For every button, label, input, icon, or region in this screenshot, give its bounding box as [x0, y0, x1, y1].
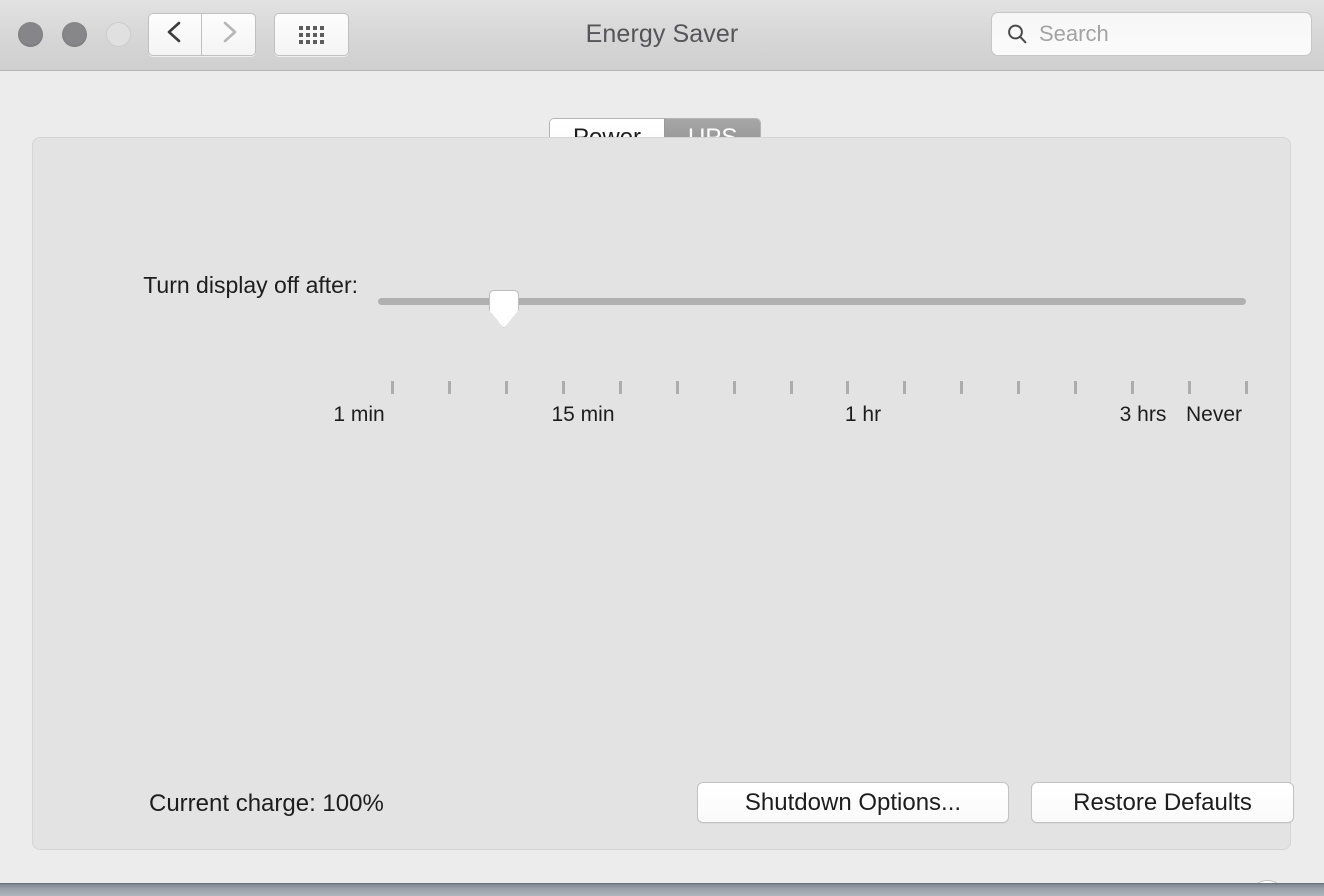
slider-tick-marks	[378, 381, 1248, 394]
slider-tick	[675, 381, 679, 394]
slider-tick-labels: 1 min 15 min 1 hr 3 hrs Never	[33, 403, 1292, 433]
slider-tick	[1017, 381, 1021, 394]
restore-defaults-button[interactable]: Restore Defaults	[1031, 782, 1294, 823]
slider-tick-label: 1 hr	[844, 403, 882, 426]
slider-tick	[1188, 381, 1192, 394]
desktop-strip	[0, 883, 1324, 896]
slider-thumb[interactable]	[488, 290, 519, 328]
current-charge-status: Current charge: 100%	[149, 790, 384, 817]
slider-tick-label: 1 min	[333, 403, 385, 426]
display-sleep-slider[interactable]	[378, 290, 1246, 328]
slider-tick	[618, 381, 622, 394]
slider-tick	[789, 381, 793, 394]
slider-tick	[447, 381, 451, 394]
energy-saver-window: Energy Saver Search Power UPS Turn displ…	[0, 0, 1324, 883]
slider-tick	[504, 381, 508, 394]
slider-tick	[903, 381, 907, 394]
slider-tick-label: 15 min	[551, 403, 615, 426]
slider-tick-label: 3 hrs	[1119, 403, 1167, 426]
search-field[interactable]: Search	[991, 12, 1312, 56]
search-placeholder: Search	[1039, 21, 1109, 46]
slider-tick	[960, 381, 964, 394]
slider-tick	[846, 381, 850, 394]
slider-tick	[1245, 381, 1248, 394]
slider-tick	[391, 381, 394, 394]
preferences-content: Power UPS Turn display off after: 1 min1…	[0, 71, 1324, 883]
window-toolbar: Energy Saver Search	[0, 0, 1324, 71]
shutdown-options-button[interactable]: Shutdown Options...	[697, 782, 1009, 823]
slider-tick-label: Never	[1185, 403, 1243, 426]
slider-tick	[732, 381, 736, 394]
slider-tick	[1074, 381, 1078, 394]
display-sleep-label: Turn display off after:	[143, 272, 358, 298]
slider-tick	[1131, 381, 1135, 394]
slider-tick	[561, 381, 565, 394]
ups-settings-panel: Turn display off after: 1 min 15 min 1 hr 3…	[32, 137, 1294, 850]
search-icon	[1006, 23, 1028, 45]
